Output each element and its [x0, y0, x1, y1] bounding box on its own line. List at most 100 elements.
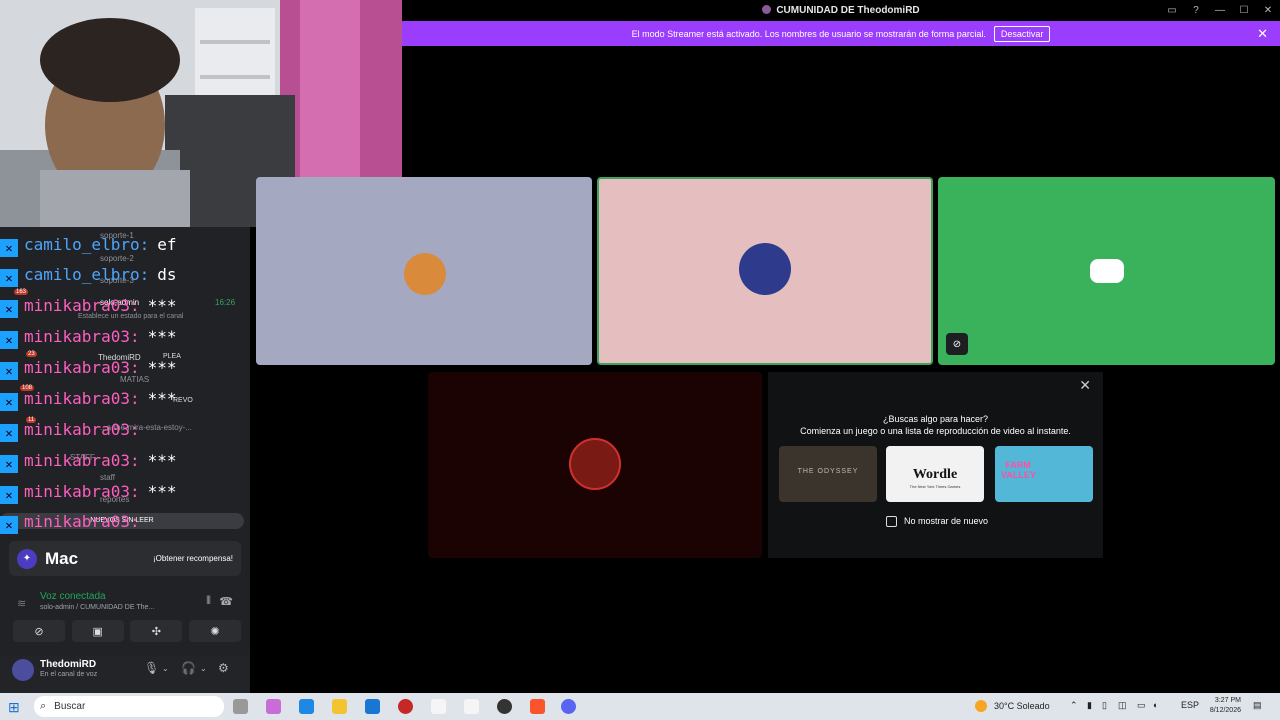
chat-line: ✕ camilo_elbro: ds	[0, 265, 177, 287]
participant-tile-1[interactable]	[256, 177, 592, 365]
weather-text: 30°C Soleado	[994, 701, 1050, 711]
file-icon[interactable]	[464, 699, 479, 714]
chevron-down-icon[interactable]: ⌄	[162, 664, 169, 673]
chat-badge-icon: ✕	[0, 362, 18, 380]
activity-card-odyssey[interactable]: THE ODYSSEY	[779, 446, 877, 502]
user-name[interactable]: ThedomiRD	[40, 659, 96, 670]
network-icon[interactable]: ◫	[1118, 700, 1127, 711]
camera-off-icon: ⊘	[34, 625, 44, 638]
gear-icon[interactable]: ⚙	[218, 661, 229, 675]
mic-tray-icon[interactable]: ▯	[1102, 700, 1107, 711]
chat-msg: ef	[157, 235, 177, 254]
windows-start-icon[interactable]: ⊞	[8, 699, 20, 716]
deactivate-button[interactable]: Desactivar	[993, 25, 1051, 42]
voice-timer: 16:26	[215, 298, 236, 307]
screen-share-button[interactable]: ▣	[71, 620, 124, 642]
notification-icon[interactable]: ▤	[1253, 700, 1262, 711]
chat-badge-icon: ✕	[0, 331, 18, 349]
chevron-down-icon[interactable]: ⌄	[200, 664, 207, 673]
participant-tile-speaking[interactable]	[597, 177, 933, 365]
obs-icon[interactable]	[398, 699, 413, 714]
participant-tile-4[interactable]	[428, 372, 762, 558]
claim-reward-button[interactable]: ¡Obtener recompensa!	[153, 554, 233, 563]
avatar	[739, 243, 791, 295]
window-titlebar: CUMUNIDAD DE TheodomiRD ▭ ? — ☐ ✕	[402, 0, 1280, 21]
chat-badge-icon: ✕	[0, 269, 18, 287]
dont-show-again-label[interactable]: No mostrar de nuevo	[904, 516, 988, 526]
chat-badge-icon: ✕	[0, 486, 18, 504]
headphones-icon[interactable]: 🎧	[181, 661, 196, 675]
search-box[interactable]: ⌕ Buscar	[34, 696, 224, 717]
chat-badge-icon: ✕	[0, 455, 18, 473]
search-icon: ⌕	[40, 700, 47, 712]
clock-time: 3:27 PM	[1214, 697, 1241, 704]
brave-icon[interactable]	[530, 699, 545, 714]
chat-msg: ***	[147, 482, 177, 501]
activities-icon: ✣	[151, 625, 161, 638]
noise-suppression-icon[interactable]: ⦀	[206, 595, 211, 608]
avatar	[404, 253, 446, 295]
tray-icon[interactable]: ▮	[1087, 700, 1092, 711]
card-title: THE ODYSSEY	[797, 468, 859, 475]
avatar[interactable]	[12, 659, 34, 681]
voice-channel-path[interactable]: solo-admin / CUMUNIDAD DE The...	[40, 604, 154, 611]
chat-line: ✕ minikabra03: ***	[0, 327, 177, 349]
window-title-text: CUMUNIDAD DE TheodomiRD	[776, 5, 920, 16]
inbox-icon[interactable]: ▭	[1160, 0, 1184, 21]
disconnect-icon[interactable]: ☎	[219, 595, 233, 608]
help-icon[interactable]: ?	[1184, 0, 1208, 21]
activity-suggestion-panel: ✕ ¿Buscas algo para hacer? Comienza un j…	[768, 372, 1103, 558]
chat-user: minikabra03:	[24, 358, 140, 377]
avatar	[569, 438, 621, 490]
camera-off-button[interactable]: ⊘	[13, 620, 65, 642]
file-explorer-icon[interactable]	[332, 699, 347, 714]
activities-button[interactable]: ✣	[130, 620, 183, 642]
weather-widget[interactable]: 30°C Soleado	[975, 700, 1050, 712]
chat-badge-icon: ✕	[0, 424, 18, 442]
soundboard-icon: ✺	[210, 625, 220, 638]
chevron-up-icon[interactable]: ⌃	[1070, 700, 1078, 711]
chat-user: minikabra03:	[24, 512, 140, 531]
mic-off-icon: ⊘	[946, 333, 968, 355]
discord-taskbar-icon[interactable]	[561, 699, 576, 714]
card-title: Wordle	[912, 467, 958, 482]
close-icon[interactable]: ✕	[1079, 377, 1091, 394]
battery-icon[interactable]: ▭	[1137, 700, 1146, 711]
chat-msg: ds	[157, 265, 177, 284]
close-window-button[interactable]: ✕	[1256, 0, 1280, 21]
dont-show-again-checkbox[interactable]	[886, 516, 897, 527]
card-subtitle: The New York Times Games	[909, 484, 961, 489]
chat-line: ✕ minikabra03: ***	[0, 358, 177, 380]
nitro-promo-card[interactable]: ✦ Mac ¡Obtener recompensa!	[9, 541, 241, 576]
copilot-icon[interactable]	[266, 699, 281, 714]
file-icon[interactable]	[431, 699, 446, 714]
banner-text: El modo Streamer está activado. Los nomb…	[631, 28, 986, 39]
chat-line: ✕ minikabra03: ***	[0, 389, 177, 411]
channel-staff[interactable]: staff	[100, 473, 115, 482]
chat-msg: ***	[147, 389, 177, 408]
language-indicator[interactable]: ESP	[1181, 700, 1199, 710]
store-icon[interactable]	[365, 699, 380, 714]
maximize-button[interactable]: ☐	[1232, 0, 1256, 21]
close-icon[interactable]: ✕	[1257, 26, 1268, 42]
nitro-orb-icon: ✦	[17, 548, 37, 569]
minimize-button[interactable]: —	[1208, 0, 1232, 21]
activity-card-wordle[interactable]: Wordle The New York Times Games	[886, 446, 984, 502]
soundboard-button[interactable]: ✺	[188, 620, 241, 642]
app-icon[interactable]	[497, 699, 512, 714]
volume-icon[interactable]: ◖	[1152, 700, 1157, 710]
chat-line: ✕ minikabra03:	[0, 420, 148, 442]
chat-badge-icon: ✕	[0, 516, 18, 534]
chat-line: ✕ minikabra03: ***	[0, 451, 177, 473]
chat-msg: ***	[147, 296, 177, 315]
mic-icon[interactable]: 🎙	[144, 661, 159, 675]
task-view-icon[interactable]	[233, 699, 248, 714]
participant-tile-3[interactable]: ⊘	[938, 177, 1275, 365]
activity-subheading: Comienza un juego o una lista de reprodu…	[800, 426, 1071, 436]
chat-msg: ***	[147, 358, 177, 377]
activity-card-farm[interactable]: FARM VALLEY	[995, 446, 1093, 502]
voice-status[interactable]: Voz conectada	[40, 591, 106, 602]
signal-icon[interactable]: ≋	[17, 597, 26, 610]
edge-icon[interactable]	[299, 699, 314, 714]
clock[interactable]: 3:27 PM 8/12/2026	[1201, 696, 1241, 716]
